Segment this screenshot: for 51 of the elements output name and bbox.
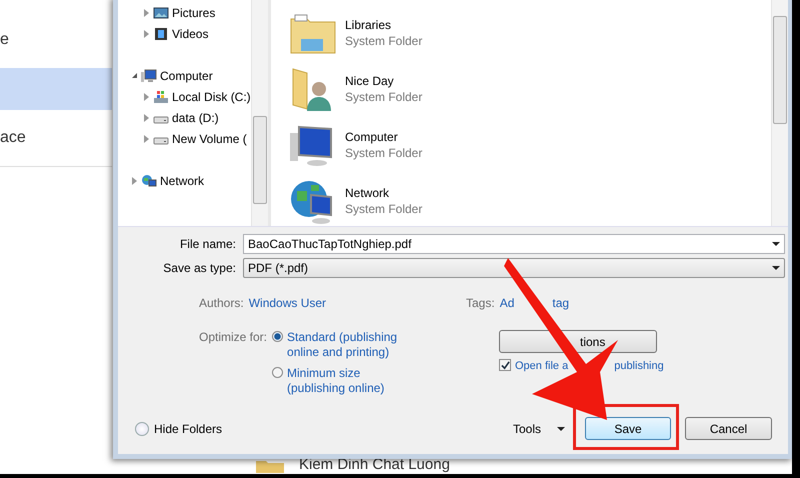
file-name: Kiem Dinh Chat Luong	[299, 457, 450, 473]
item-type: System Folder	[345, 201, 422, 217]
tree-item[interactable]: New Volume (	[172, 132, 247, 146]
checkbox[interactable]	[499, 359, 511, 371]
radio-button[interactable]	[272, 331, 284, 342]
tree-item[interactable]: data (D:)	[172, 110, 219, 124]
computer-icon	[141, 68, 157, 82]
tools-menu-button[interactable]: Tools	[512, 422, 565, 436]
cancel-button[interactable]: Cancel	[685, 417, 772, 440]
nav-item[interactable]: ace	[0, 124, 112, 166]
dropdown-arrow-icon[interactable]	[772, 266, 780, 270]
radio-button[interactable]	[272, 367, 284, 378]
checkbox-label[interactable]: publishing	[614, 359, 664, 374]
save-button[interactable]: Save	[585, 417, 671, 440]
authors-link[interactable]: Windows User	[248, 296, 326, 310]
item-type: System Folder	[345, 33, 422, 49]
nav-item[interactable]: e	[0, 26, 112, 68]
tree-item[interactable]: Local Disk (C:)	[172, 90, 251, 104]
item-name[interactable]: Network	[345, 185, 422, 201]
file-type-dropdown[interactable]: PDF (*.pdf)	[243, 258, 785, 278]
tags-link[interactable]: tag	[552, 296, 570, 310]
field-label: Optimize for:	[199, 330, 268, 346]
radio-label[interactable]: Minimum size (publishing online)	[287, 366, 410, 396]
tree-item[interactable]: Network	[160, 174, 204, 188]
tree-item[interactable]: Computer	[160, 68, 213, 82]
selected-row-highlight[interactable]	[0, 68, 112, 110]
checkbox-label[interactable]: Open file a	[515, 359, 568, 374]
picture-icon	[153, 6, 169, 20]
hide-folders-button[interactable]: Hide Folders	[135, 422, 222, 436]
item-name[interactable]: Libraries	[345, 17, 422, 33]
film-icon	[153, 26, 169, 40]
file-name-field[interactable]: BaoCaoThucTapTotNghiep.pdf	[243, 234, 785, 254]
item-type: System Folder	[345, 89, 422, 105]
options-button[interactable]: tions	[499, 330, 657, 353]
tags-link[interactable]: Ad	[500, 296, 514, 310]
scrollbar[interactable]	[251, 0, 268, 226]
dropdown-arrow-icon[interactable]	[772, 242, 780, 246]
scrollbar[interactable]	[771, 0, 788, 226]
caret-icon	[557, 426, 565, 430]
field-label: File name:	[178, 237, 237, 251]
field-label: Authors:	[199, 296, 244, 310]
item-name[interactable]: Nice Day	[345, 73, 422, 89]
radio-label[interactable]: Standard (publishing online and printing)	[287, 330, 410, 360]
tree-item[interactable]: Videos	[172, 26, 208, 40]
item-type: System Folder	[345, 145, 422, 161]
tree-item[interactable]: Pictures	[172, 6, 216, 20]
windows-drive-icon	[153, 90, 169, 104]
item-name[interactable]: Computer	[345, 129, 422, 145]
field-label: Tags:	[466, 296, 495, 310]
globe-computer-icon	[141, 174, 157, 188]
field-label: Save as type:	[162, 261, 237, 275]
